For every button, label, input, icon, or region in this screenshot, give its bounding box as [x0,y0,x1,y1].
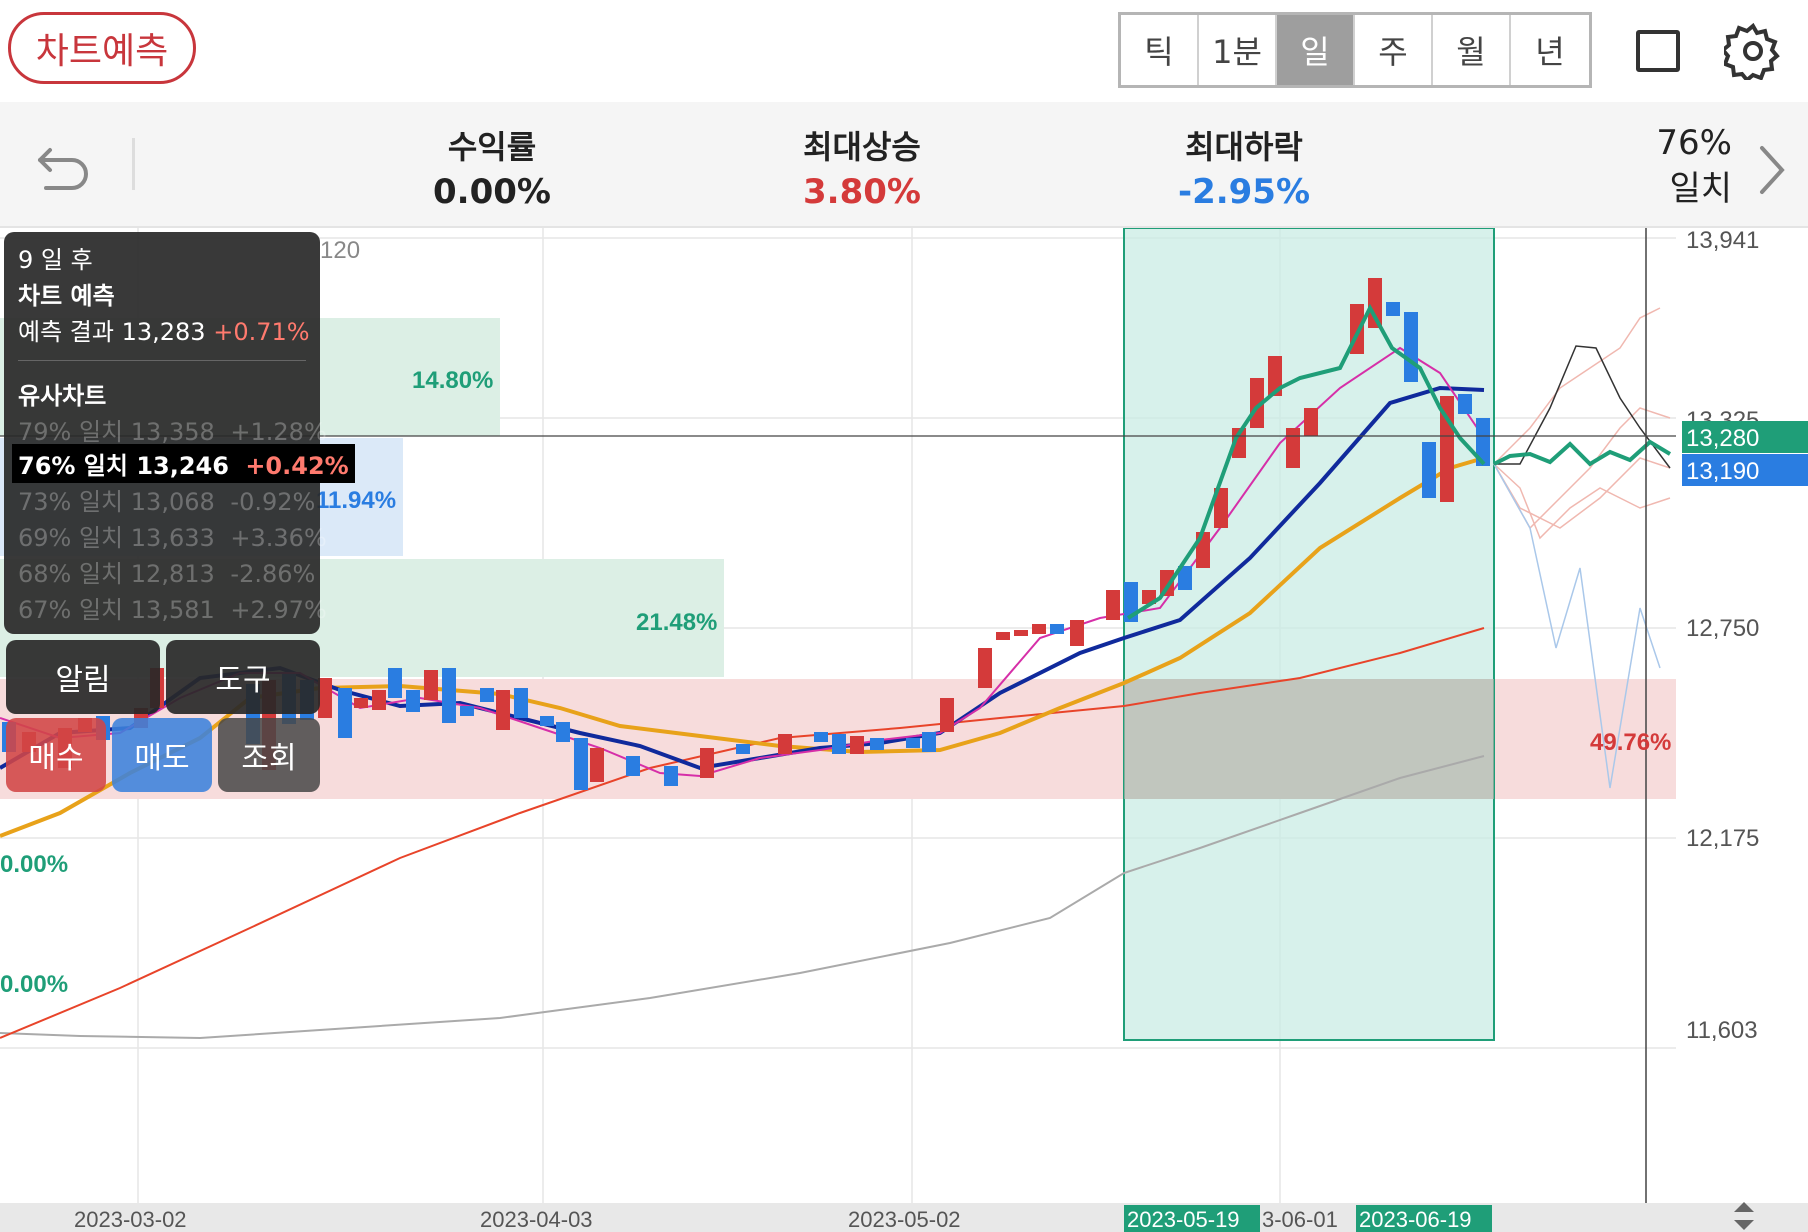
period-tab-year[interactable]: 년 [1511,15,1589,85]
zone-label: 21.48% [636,609,717,636]
x-axis-tick: 3-06-01 [1262,1207,1338,1232]
period-selector: 틱 1분 일 주 월 년 [1118,12,1592,88]
price-tag-green-text: 13,280 [1686,425,1759,452]
zone-label: 0.00% [0,971,68,998]
similar-match: 68% 일치 [18,560,124,588]
similar-row[interactable]: 67% 일치 13,581 +2.97% [18,590,327,625]
similar-change: -2.86% [230,560,316,588]
similar-change: +3.36% [230,524,327,552]
tool-button[interactable]: 도구 [166,640,320,714]
max-up-label: 최대상승 [803,128,921,166]
max-down-stat: 최대하락 -2.95% [1114,122,1374,212]
match-indicator[interactable]: 76% 일치 [1656,120,1732,212]
sell-button[interactable]: 매도 [112,718,212,792]
similar-match: 73% 일치 [18,488,124,516]
top-bar: 차트예측 틱 1분 일 주 월 년 [0,0,1808,102]
undo-arrow-icon[interactable] [36,140,92,192]
x-axis-tick: 2023-04-03 [480,1207,593,1232]
fullscreen-square-icon[interactable] [1636,30,1680,72]
match-label: 일치 [1669,169,1732,209]
y-axis-tick: 12,750 [1686,615,1759,642]
stats-bar: 수익률 0.00% 최대상승 3.80% 최대하락 -2.95% 76% 일치 [0,102,1808,228]
similar-price: 13,068 [130,488,215,516]
price-tag-blue-text: 13,190 [1686,458,1759,485]
similar-match: 79% 일치 [18,418,124,446]
alarm-button[interactable]: 알림 [6,640,160,714]
similar-match: 69% 일치 [18,524,124,552]
x-axis-tick: 2023-05-02 [848,1207,961,1232]
zone-label: 0.00% [0,851,68,878]
max-up-stat: 최대상승 3.80% [732,122,992,212]
similar-row-selected[interactable]: 76% 일치 13,246 +0.42% [12,444,355,483]
similar-row[interactable]: 69% 일치 13,633 +3.36% [18,518,327,553]
similar-change: +2.97% [230,596,327,624]
y-axis-tick: 13,941 [1686,228,1759,254]
similar-change: -0.92% [230,488,316,516]
similar-price: 13,633 [130,524,215,552]
similar-price: 13,581 [130,596,215,624]
prediction-result: 예측 결과 13,283 +0.71% [18,312,310,347]
gear-icon[interactable] [1724,22,1782,80]
return-value: 0.00% [433,172,551,212]
similar-row[interactable]: 79% 일치 13,358 +1.28% [18,412,327,447]
return-stat: 수익률 0.00% [362,122,622,212]
similar-change: +0.42% [245,452,349,480]
period-tab-day[interactable]: 일 [1277,15,1355,85]
match-window [1123,228,1495,1041]
period-tab-tick[interactable]: 틱 [1121,15,1199,85]
result-value: 13,283 [121,318,206,346]
chevron-right-icon[interactable] [1752,142,1792,198]
match-percent: 76% [1656,123,1732,163]
similar-match: 76% 일치 [18,452,128,480]
divider [18,360,306,361]
y-axis-tick: 12,175 [1686,825,1759,852]
divider [132,138,135,190]
y-axis-panel [1676,228,1808,1203]
similar-change: +1.28% [230,418,327,446]
zone-label: 49.76% [1590,729,1671,756]
x-axis-tick: 2023-05-19 [1127,1207,1240,1232]
days-after: 9 일 후 [18,246,93,274]
chart-predict-button[interactable]: 차트예측 [8,12,196,84]
x-axis-tick: 2023-03-02 [74,1207,187,1232]
buy-button[interactable]: 매수 [6,718,106,792]
similar-price: 13,246 [136,452,229,480]
period-tab-week[interactable]: 주 [1355,15,1433,85]
similar-match: 67% 일치 [18,596,124,624]
period-tab-month[interactable]: 월 [1433,15,1511,85]
view-button[interactable]: 조회 [218,718,320,792]
result-label: 예측 결과 [18,318,114,346]
max-down-value: -2.95% [1177,172,1311,212]
max-down-label: 최대하락 [1185,128,1303,166]
zone-label: 14.80% [412,367,493,394]
similar-row[interactable]: 68% 일치 12,813 -2.86% [18,554,315,589]
prediction-tooltip: 9 일 후 차트 예측 예측 결과 13,283 +0.71% 유사차트 79%… [4,232,355,634]
tooltip-title: 차트 예측 [18,282,115,310]
period-tab-1min[interactable]: 1분 [1199,15,1277,85]
return-label: 수익률 [447,128,537,166]
max-up-value: 3.80% [803,172,921,212]
legend-ma120: 120 [320,237,360,264]
similar-row[interactable]: 73% 일치 13,068 -0.92% [18,482,315,517]
similar-price: 12,813 [130,560,215,588]
similar-title: 유사차트 [18,382,107,410]
zone-label: 11.94% [316,487,396,514]
similar-price: 13,358 [130,418,215,446]
result-change: +0.71% [213,318,310,346]
x-axis-tick: 2023-06-19 [1359,1207,1472,1232]
y-axis-tick: 11,603 [1686,1017,1758,1044]
